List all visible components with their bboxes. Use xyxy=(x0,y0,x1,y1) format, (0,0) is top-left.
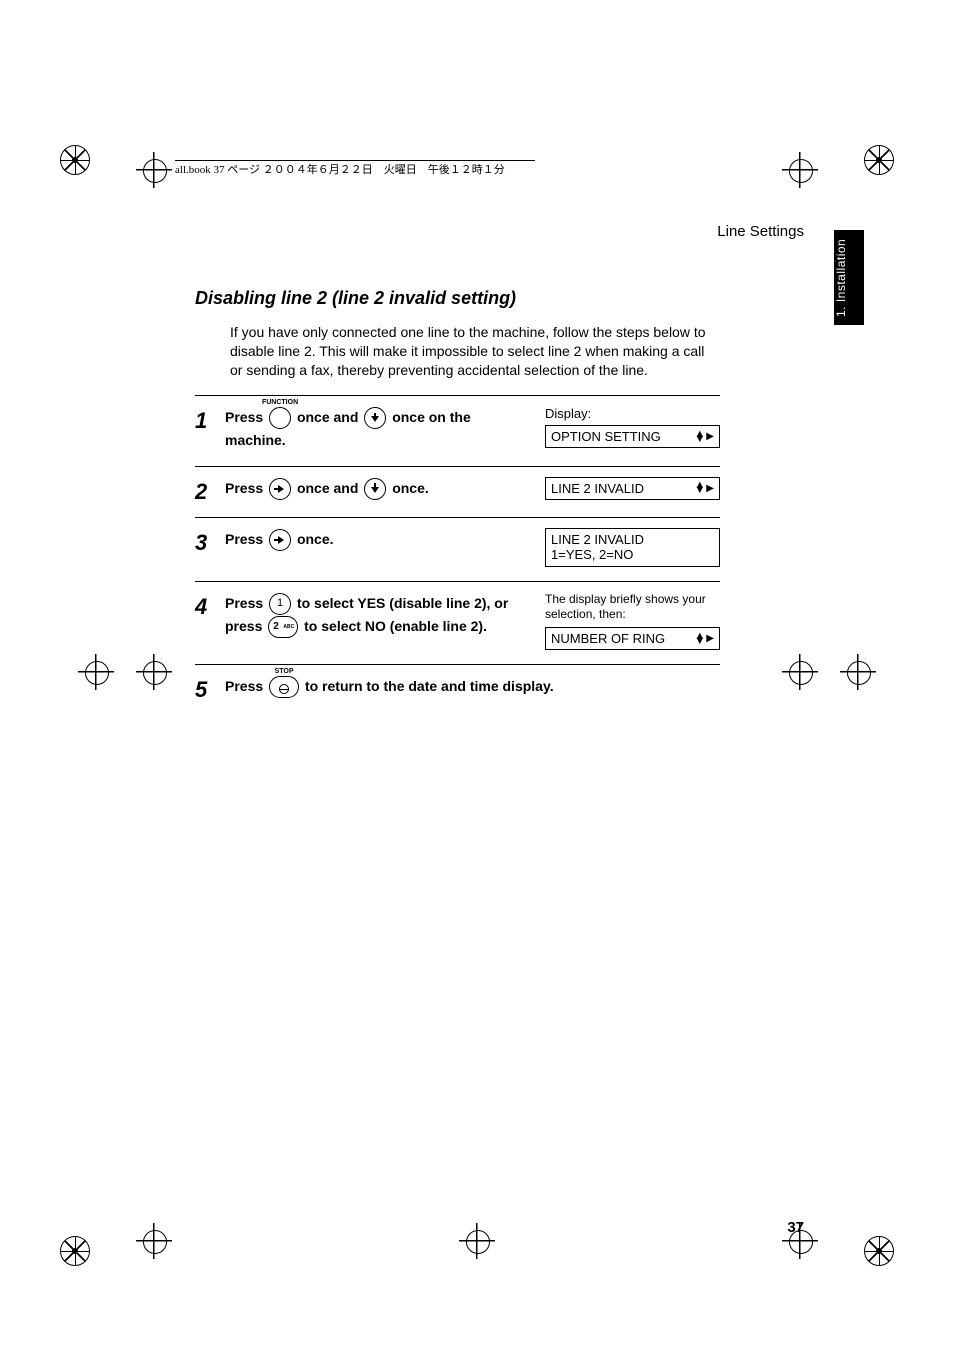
page-number: 37 xyxy=(787,1219,804,1236)
step-row: 4 Press to select YES (disable line 2), … xyxy=(195,581,720,664)
source-file-header: all.book 37 ページ ２００４年６月２２日 火曜日 午後１２時１分 xyxy=(175,160,535,179)
registration-cross-icon xyxy=(840,654,876,690)
step-instruction: Press once. xyxy=(225,528,545,567)
numeric-key-2-icon xyxy=(268,616,298,638)
step-number: 4 xyxy=(195,592,225,650)
display-box: OPTION SETTING xyxy=(545,425,720,448)
function-key-icon xyxy=(269,407,291,429)
right-arrow-key-icon xyxy=(269,478,291,500)
registration-cross-icon xyxy=(136,152,172,188)
registration-star-icon xyxy=(60,1236,90,1266)
numeric-key-1-icon xyxy=(269,593,291,615)
registration-cross-icon xyxy=(78,654,114,690)
down-arrow-key-icon xyxy=(364,478,386,500)
step-row: 5 Press to return to the date and time d… xyxy=(195,664,720,715)
scroll-arrows-icon xyxy=(694,633,714,644)
step-instruction: Press once and once on the machine. xyxy=(225,406,545,452)
step-instruction: Press to return to the date and time dis… xyxy=(225,675,720,701)
step-row: 3 Press once. LINE 2 INVALID 1=YES, 2=NO xyxy=(195,517,720,581)
step-number: 1 xyxy=(195,406,225,452)
scroll-arrows-icon xyxy=(694,431,714,442)
step-display: Display: OPTION SETTING xyxy=(545,406,720,452)
display-box: LINE 2 INVALID xyxy=(545,477,720,500)
step-number: 2 xyxy=(195,477,225,503)
registration-star-icon xyxy=(60,145,90,175)
step-display: The display briefly shows your selection… xyxy=(545,592,720,650)
step-display: LINE 2 INVALID xyxy=(545,477,720,503)
registration-cross-icon xyxy=(459,1223,495,1259)
section-title: Disabling line 2 (line 2 invalid setting… xyxy=(195,288,516,309)
steps-table: 1 Press once and once on the machine. Di… xyxy=(195,395,720,715)
step-number: 3 xyxy=(195,528,225,567)
registration-star-icon xyxy=(864,1236,894,1266)
step-instruction: Press once and once. xyxy=(225,477,545,503)
intro-paragraph: If you have only connected one line to t… xyxy=(230,323,720,380)
registration-star-icon xyxy=(864,145,894,175)
registration-cross-icon xyxy=(136,654,172,690)
running-head: Line Settings xyxy=(717,223,804,240)
display-box: NUMBER OF RING xyxy=(545,627,720,650)
right-arrow-key-icon xyxy=(269,529,291,551)
down-arrow-key-icon xyxy=(364,407,386,429)
registration-cross-icon xyxy=(782,654,818,690)
registration-cross-icon xyxy=(782,152,818,188)
stop-key-icon xyxy=(269,676,299,698)
step-row: 1 Press once and once on the machine. Di… xyxy=(195,395,720,466)
step-display: LINE 2 INVALID 1=YES, 2=NO xyxy=(545,528,720,567)
display-box: LINE 2 INVALID 1=YES, 2=NO xyxy=(545,528,720,567)
display-note: The display briefly shows your selection… xyxy=(545,592,720,623)
step-number: 5 xyxy=(195,675,225,701)
display-label: Display: xyxy=(545,406,720,421)
step-row: 2 Press once and once. LINE 2 INVALID xyxy=(195,466,720,517)
section-tab: 1. Installation xyxy=(834,230,864,325)
step-instruction: Press to select YES (disable line 2), or… xyxy=(225,592,545,650)
scroll-arrows-icon xyxy=(694,483,714,494)
registration-cross-icon xyxy=(136,1223,172,1259)
